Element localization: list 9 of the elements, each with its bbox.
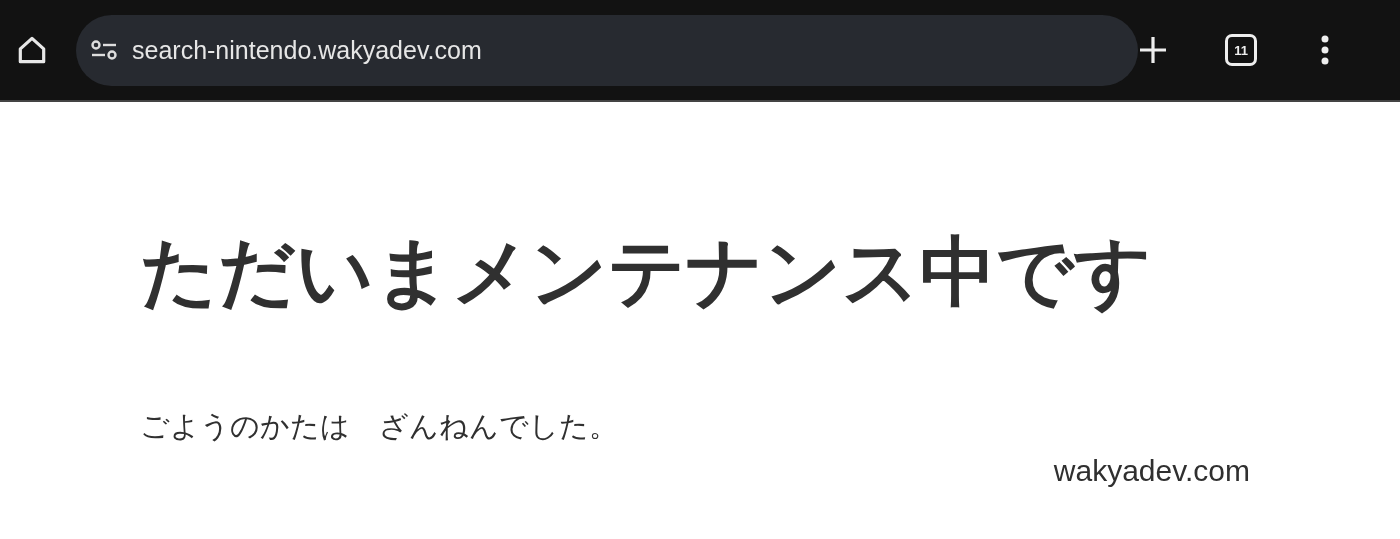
menu-icon[interactable] — [1321, 35, 1329, 65]
page-heading: ただいまメンテナンス中です — [140, 226, 1153, 318]
footer-text: wakyadev.com — [1052, 454, 1250, 488]
site-settings-icon[interactable] — [90, 40, 118, 60]
message-text: ごようのかたは ざんねんでした。 — [140, 409, 619, 444]
tab-switcher-button[interactable]: 11 — [1225, 34, 1257, 66]
new-tab-icon[interactable] — [1138, 35, 1168, 65]
url-text: search-nintendo.wakyadev.com — [132, 35, 482, 65]
address-bar[interactable]: search-nintendo.wakyadev.com — [76, 14, 1138, 86]
